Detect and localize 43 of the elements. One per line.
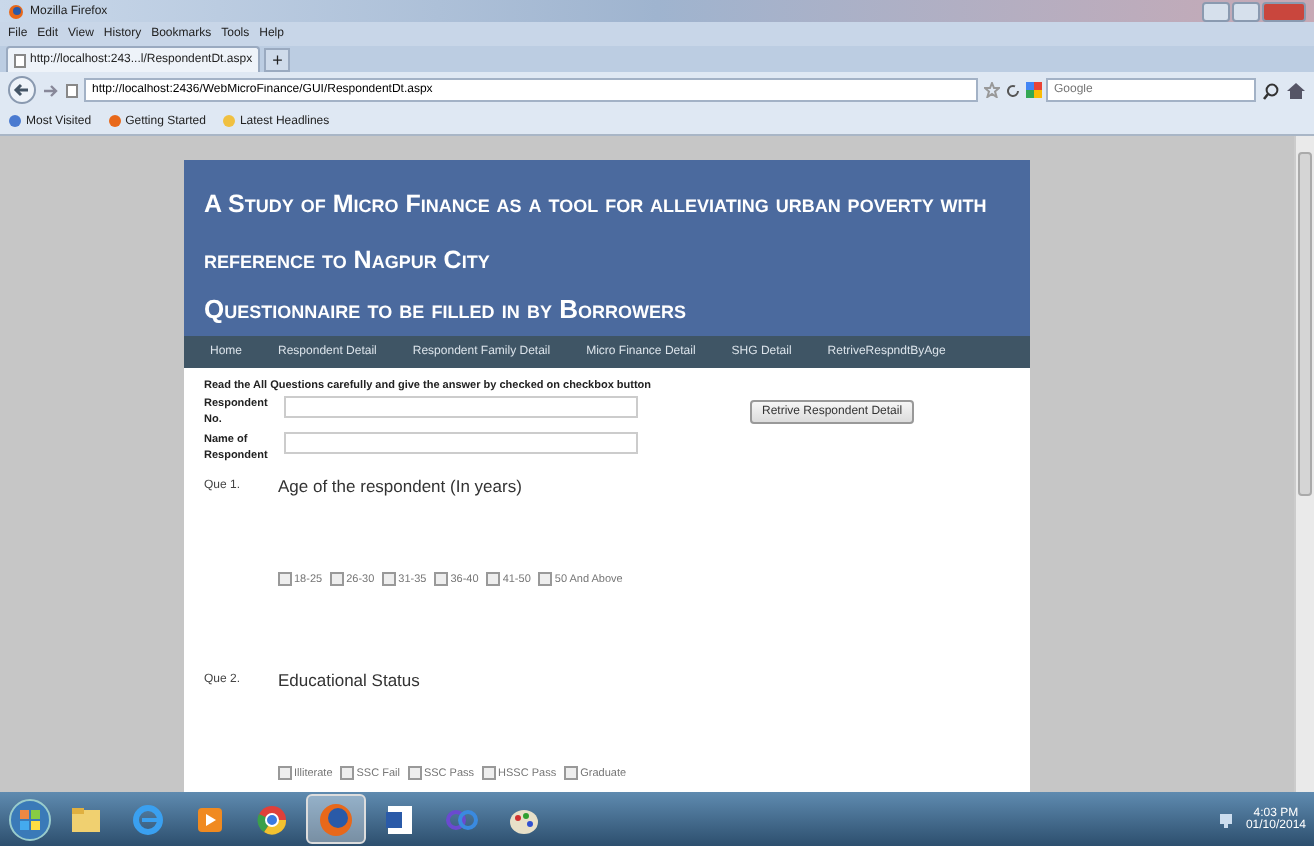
- search-icon[interactable]: [1262, 81, 1280, 99]
- checkbox[interactable]: [564, 766, 579, 780]
- maximize-button[interactable]: [1232, 1, 1260, 21]
- start-icon[interactable]: [8, 797, 52, 841]
- minimize-button[interactable]: [1202, 1, 1230, 21]
- play-icon: [196, 805, 224, 833]
- rings-icon: [444, 807, 480, 831]
- search-engine-icon[interactable]: [1026, 82, 1042, 98]
- close-button[interactable]: [1262, 1, 1306, 21]
- question-text: Educational Status: [278, 670, 420, 690]
- firefox-icon: [318, 801, 354, 837]
- folder-icon: [70, 805, 102, 833]
- home-icon[interactable]: [1286, 81, 1306, 99]
- new-tab-button[interactable]: +: [264, 48, 291, 72]
- taskbar-button[interactable]: [306, 794, 366, 844]
- chrome-icon: [256, 803, 288, 835]
- checkbox[interactable]: [407, 766, 422, 780]
- globe-icon: [8, 114, 22, 128]
- back-icon[interactable]: [8, 76, 36, 104]
- browser-e-icon: [132, 803, 164, 835]
- page-icon: [14, 53, 26, 67]
- page-icon: [66, 83, 78, 97]
- forward-icon[interactable]: [42, 81, 60, 99]
- reload-icon[interactable]: [1006, 83, 1020, 97]
- input-field[interactable]: [284, 432, 638, 454]
- checkbox[interactable]: [486, 572, 501, 586]
- checkbox[interactable]: [340, 766, 355, 780]
- document-w-icon: [384, 803, 416, 835]
- checkbox[interactable]: [482, 766, 497, 780]
- star-icon[interactable]: [984, 82, 1000, 98]
- question-text: Age of the respondent (In years): [278, 476, 522, 496]
- scrollbar[interactable]: [1294, 136, 1314, 792]
- checkbox[interactable]: [330, 572, 345, 586]
- checkbox[interactable]: [278, 572, 292, 586]
- checkbox[interactable]: [434, 572, 449, 586]
- page-title: A Study of Micro Finance as a tool for alleviating urban poverty with reference to Nagpur City: [204, 188, 989, 278]
- checkbox[interactable]: [278, 766, 292, 780]
- firefox-icon: [107, 114, 122, 128]
- input-field[interactable]: [284, 396, 638, 418]
- page-subtitle: Questionnaire to be filled in by Borrowers: [204, 292, 689, 328]
- checkbox[interactable]: [538, 572, 553, 586]
- checkbox[interactable]: [382, 572, 397, 586]
- firefox-icon: [8, 3, 24, 19]
